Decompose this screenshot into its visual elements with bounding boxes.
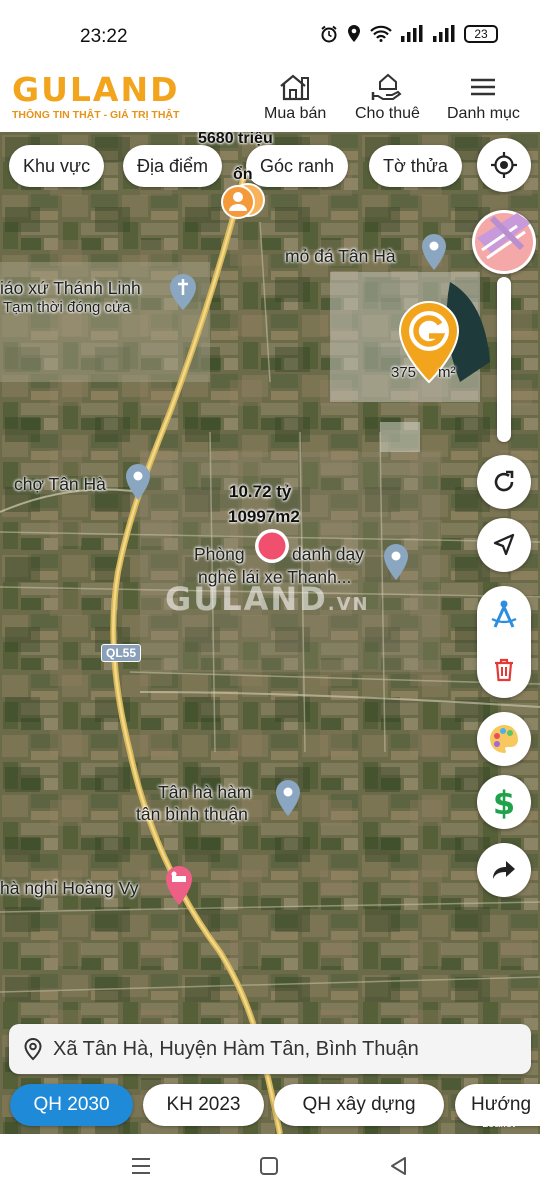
label-market: chợ Tân Hà	[14, 474, 106, 494]
label-office-line1: Phòng	[194, 544, 245, 564]
hotel-marker-icon[interactable]	[164, 864, 194, 908]
office-marker-icon[interactable]	[382, 542, 410, 582]
house-icon	[280, 74, 310, 101]
navigate-button[interactable]	[477, 518, 531, 572]
selected-listing-area: 10997m2	[228, 507, 300, 526]
home-icon[interactable]	[259, 1156, 279, 1176]
filter-location-chip[interactable]: Địa điểm	[123, 145, 223, 187]
opacity-slider[interactable]	[497, 277, 511, 442]
battery-icon: 23	[464, 24, 498, 43]
nav-rent-label: Cho thuê	[355, 105, 420, 122]
logo-text: GULAND	[12, 70, 180, 109]
market-marker-icon[interactable]	[124, 462, 152, 502]
layer-kh2023-chip[interactable]: KH 2023	[143, 1084, 264, 1126]
map-layer-toggle[interactable]	[472, 210, 536, 274]
listing-area-unit: m²	[438, 364, 456, 381]
status-icons: 23	[320, 24, 498, 43]
my-location-button[interactable]	[477, 138, 531, 192]
measure-button[interactable]	[477, 586, 531, 642]
layer-qh2030-chip[interactable]: QH 2030	[10, 1084, 133, 1126]
selected-listing-marker[interactable]	[252, 526, 292, 566]
nav-rent[interactable]: Cho thuê	[355, 72, 420, 123]
status-time: 23:22	[80, 26, 128, 47]
nav-buy-sell-label: Mua bán	[264, 105, 327, 122]
watermark-suffix: .VN	[327, 594, 370, 615]
wifi-icon	[370, 25, 392, 42]
system-navigation-bar	[0, 1134, 540, 1200]
listing-area-number: 375	[391, 364, 417, 381]
price-button[interactable]: $	[477, 775, 531, 829]
logo[interactable]: GULAND THÔNG TIN THẬT - GIÁ TRỊ THẬT	[12, 70, 179, 121]
watermark: GULAND.VN	[165, 580, 370, 618]
road-label-ql55: QL55	[101, 644, 142, 662]
selected-listing-price: 10.72 tỷ	[229, 482, 292, 501]
filter-area-chip[interactable]: Khu vực	[9, 145, 105, 187]
compass-measure-icon	[491, 600, 517, 628]
filter-parcel-chip[interactable]: Tờ thửa	[369, 145, 462, 187]
color-palette-button[interactable]	[477, 712, 531, 766]
trash-icon	[495, 658, 513, 682]
label-motel: hà nghỉ Hoàng Vy	[0, 878, 139, 898]
tan-ha-marker-icon[interactable]	[274, 778, 302, 818]
palette-icon	[490, 725, 518, 753]
share-button[interactable]	[477, 843, 531, 897]
map-attribution[interactable]: Leaflet	[482, 1118, 515, 1130]
label-parish-status: Tạm thời đóng cửa	[3, 299, 131, 316]
label-tan-ha-line2: tân bình thuận	[136, 804, 248, 824]
watermark-text: GULAND	[165, 580, 328, 618]
planning-layer-icon	[475, 213, 533, 271]
refresh-button[interactable]	[477, 455, 531, 509]
label-office-line2: danh dạy	[292, 544, 365, 564]
recent-apps-icon[interactable]	[130, 1156, 152, 1176]
svg-text:$: $	[493, 785, 515, 819]
quarry-marker-icon[interactable]	[420, 232, 448, 272]
hand-house-icon	[372, 73, 403, 100]
label-parish: iáo xứ Thánh Linh	[0, 278, 141, 298]
nav-menu-label: Danh mục	[447, 105, 520, 122]
church-marker-icon[interactable]	[168, 272, 198, 312]
alarm-icon	[321, 25, 337, 42]
signal-icon-2	[433, 25, 455, 42]
app-header: GULAND THÔNG TIN THẬT - GIÁ TRỊ THẬT Mua…	[0, 62, 540, 132]
share-arrow-icon	[493, 861, 515, 879]
menu-icon	[471, 78, 496, 96]
back-icon[interactable]	[389, 1156, 409, 1176]
clear-measure-button[interactable]	[477, 642, 531, 698]
address-text: Xã Tân Hà, Huyện Hàm Tân, Bình Thuận	[53, 1037, 419, 1060]
status-bar: 23:22 23	[0, 0, 540, 62]
map-view[interactable]: Khu vực Địa điểm Góc ranh Tờ thửa 5680 t…	[0, 132, 540, 1134]
signal-icon	[401, 25, 423, 42]
label-quarry: mỏ đá Tân Hà	[285, 246, 396, 266]
user-cluster-icon[interactable]	[218, 182, 268, 220]
top-listing-price: 5680 triệu	[198, 132, 273, 147]
layer-construction-chip[interactable]: QH xây dựng	[274, 1084, 444, 1126]
dollar-icon: $	[493, 785, 515, 819]
crosshair-icon	[491, 152, 517, 178]
measure-tools-group	[477, 586, 531, 698]
refresh-icon	[494, 470, 514, 492]
logo-slogan: THÔNG TIN THẬT - GIÁ TRỊ THẬT	[12, 109, 180, 121]
location-icon	[348, 25, 360, 42]
nav-menu[interactable]: Danh mục	[447, 72, 520, 123]
address-bar[interactable]: Xã Tân Hà, Huyện Hàm Tân, Bình Thuận	[9, 1024, 531, 1074]
filter-corner-chip[interactable]: Góc ranh	[246, 145, 349, 187]
nav-buy-sell[interactable]: Mua bán	[264, 72, 326, 123]
navigation-arrow-icon	[493, 533, 515, 556]
label-tan-ha-line1: Tân hà hàm	[158, 782, 252, 802]
listing-area-partial: 375 m²	[391, 364, 456, 381]
location-pin-icon	[24, 1037, 42, 1061]
